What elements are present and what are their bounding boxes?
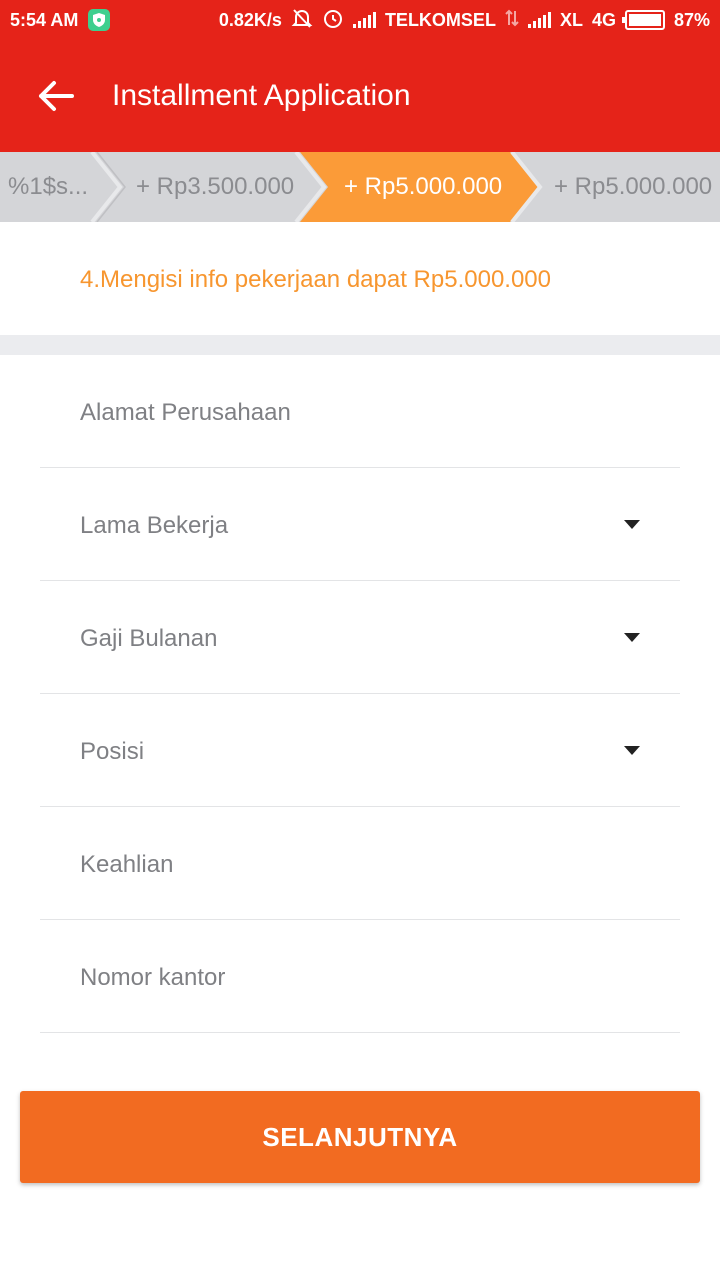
work-duration-select[interactable]: Lama Bekerja — [40, 468, 680, 581]
alarm-icon — [322, 7, 344, 34]
status-bar: 5:54 AM 0.82K/s TELKOMSEL XL 4G 87% — [0, 0, 720, 40]
app-bar: Installment Application — [0, 40, 720, 152]
network-type: 4G — [591, 9, 616, 30]
signal-icon — [352, 12, 376, 28]
page-title: Installment Application — [112, 79, 411, 112]
office-phone-field[interactable]: Nomor kantor — [40, 920, 680, 1033]
battery-level: 87% — [673, 9, 710, 30]
step-4[interactable]: + Rp5.000.000 — [554, 152, 712, 222]
carrier-1: TELKOMSEL — [384, 9, 496, 30]
dropdown-arrow-icon — [624, 633, 640, 642]
net-speed: 0.82K/s — [218, 9, 282, 30]
step-3-active[interactable]: + Rp5.000.000 — [344, 152, 502, 222]
info-banner: 4.Mengisi info pekerjaan dapat Rp5.000.0… — [0, 222, 720, 335]
field-label: Alamat Perusahaan — [80, 399, 291, 426]
field-label: Keahlian — [80, 851, 174, 878]
field-label: Gaji Bulanan — [80, 625, 218, 652]
field-label: Posisi — [80, 738, 145, 765]
company-address-field[interactable]: Alamat Perusahaan — [40, 355, 680, 468]
position-select[interactable]: Posisi — [40, 694, 680, 807]
back-button[interactable] — [0, 40, 112, 152]
field-label: Lama Bekerja — [80, 512, 229, 539]
bell-muted-icon — [291, 7, 313, 34]
monthly-salary-select[interactable]: Gaji Bulanan — [40, 581, 680, 694]
data-arrows-icon — [505, 9, 519, 32]
step-progress: %1$s... + Rp3.500.000 + Rp5.000.000 + Rp… — [0, 152, 720, 222]
battery-icon — [621, 10, 665, 30]
banner-text: 4.Mengisi info pekerjaan dapat Rp5.000.0… — [80, 266, 551, 293]
shield-icon — [88, 9, 111, 31]
dropdown-arrow-icon — [624, 520, 640, 529]
dropdown-arrow-icon — [624, 746, 640, 755]
next-button[interactable]: SELANJUTNYA — [20, 1091, 700, 1183]
skills-field[interactable]: Keahlian — [40, 807, 680, 920]
section-divider — [0, 335, 720, 355]
field-label: Nomor kantor — [80, 964, 226, 991]
step-1[interactable]: %1$s... — [8, 152, 88, 222]
step-2[interactable]: + Rp3.500.000 — [136, 152, 294, 222]
status-time: 5:54 AM — [10, 9, 79, 30]
carrier-2: XL — [559, 9, 583, 30]
employment-form: Alamat Perusahaan Lama Bekerja Gaji Bula… — [0, 355, 720, 1033]
signal-icon — [527, 12, 551, 28]
arrow-left-icon — [39, 81, 74, 111]
